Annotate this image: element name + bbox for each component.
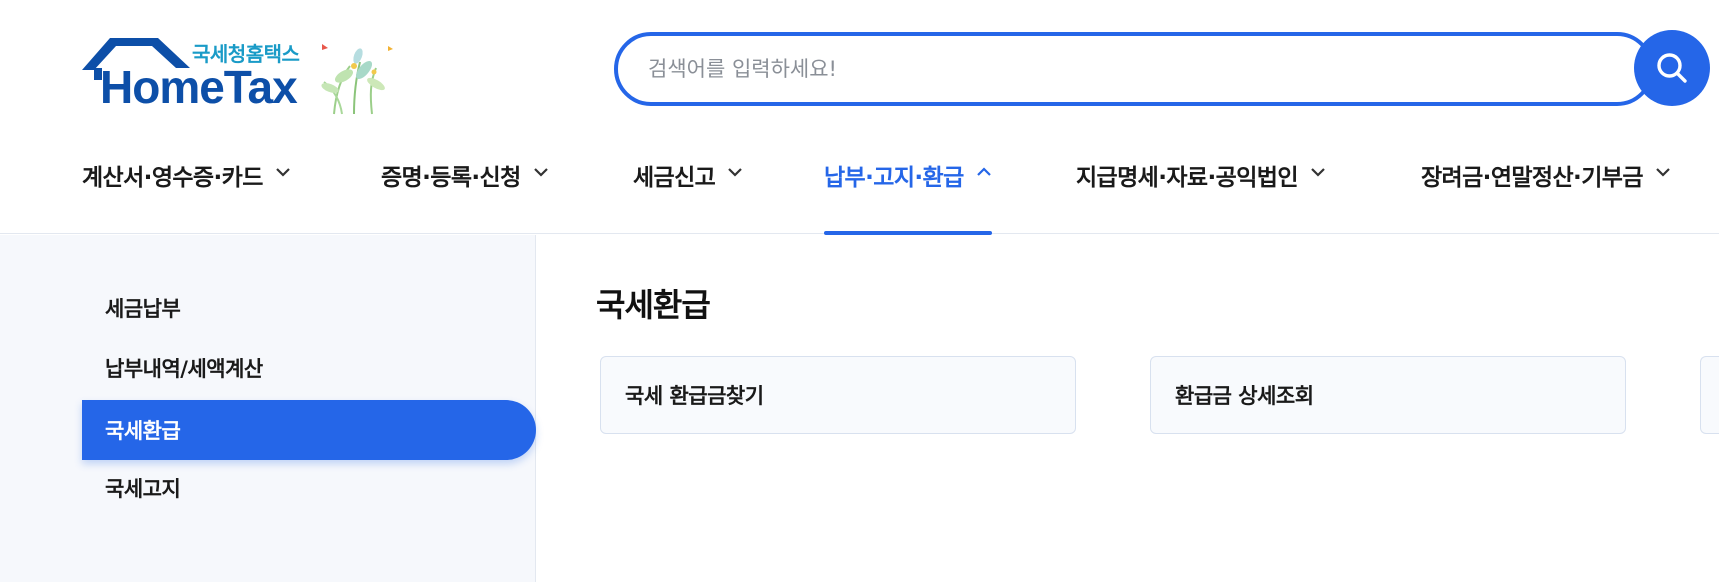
side-nav-item-label: 납부내역/세액계산 (105, 357, 263, 381)
chevron-down-icon (533, 168, 548, 177)
side-nav-item-tax-payment[interactable]: 세금납부 (82, 278, 536, 338)
menu-card-partial[interactable] (1700, 356, 1719, 434)
gnb-item-payment-statement-data[interactable]: 지급명세·자료·공익법인 (1076, 150, 1326, 234)
side-nav-item-label: 국세환급 (105, 419, 181, 443)
gnb-item-certificate-registration[interactable]: 증명·등록·신청 (381, 150, 549, 234)
search-box (614, 32, 1654, 106)
chevron-down-icon (728, 168, 743, 177)
side-nav-item-label: 국세고지 (105, 477, 181, 501)
gnb-item-payment-notice-refund[interactable]: 납부·고지·환급 (824, 150, 992, 235)
gnb-item-label: 장려금·연말정산·기부금 (1421, 165, 1643, 191)
gnb-item-label: 세금신고 (633, 165, 716, 191)
gnb-item-label: 납부·고지·환급 (824, 165, 964, 191)
chevron-up-icon (976, 167, 991, 176)
gnb-item-incentive-yearend-donation[interactable]: 장려금·연말정산·기부금 (1421, 150, 1671, 234)
chevron-down-icon (275, 168, 290, 177)
search-icon (1657, 53, 1687, 83)
menu-card-refund-detail[interactable]: 환급금 상세조회 (1150, 356, 1626, 434)
side-nav: 세금납부 납부내역/세액계산 국세환급 국세고지 (0, 235, 536, 582)
page-title: 국세환급 (596, 286, 711, 324)
gnb-item-label: 계산서·영수증·카드 (82, 165, 263, 191)
global-nav: 계산서·영수증·카드 증명·등록·신청 세금신고 납부·고지·환급 지급명세·자… (0, 150, 1719, 235)
gnb-item-label: 지급명세·자료·공익법인 (1076, 165, 1298, 191)
logo-main-label: HomeTax (100, 61, 298, 113)
menu-card-label: 환급금 상세조회 (1175, 384, 1314, 408)
search-button[interactable] (1634, 30, 1710, 106)
menu-card-find-refund[interactable]: 국세 환급금찾기 (600, 356, 1076, 434)
side-nav-item-national-tax-notice[interactable]: 국세고지 (82, 458, 536, 518)
side-nav-item-payment-history[interactable]: 납부내역/세액계산 (82, 338, 536, 398)
search-input[interactable] (648, 36, 1608, 102)
chevron-down-icon (1311, 168, 1325, 177)
gnb-item-invoice-receipt-card[interactable]: 계산서·영수증·카드 (82, 150, 291, 234)
gnb-item-label: 증명·등록·신청 (381, 165, 521, 191)
gnb-item-tax-filing[interactable]: 세금신고 (633, 150, 743, 234)
hometax-logo[interactable]: 국세청홈택스 HomeTax (80, 32, 410, 116)
site-header: 국세청홈택스 HomeTax 계산서·영수증·카드 (0, 0, 1719, 235)
chevron-down-icon (1656, 168, 1670, 177)
plant-illustration-icon (321, 44, 393, 115)
side-nav-item-label: 세금납부 (105, 297, 181, 321)
menu-card-label: 국세 환급금찾기 (625, 384, 764, 408)
side-nav-item-national-tax-refund[interactable]: 국세환급 (82, 400, 536, 460)
